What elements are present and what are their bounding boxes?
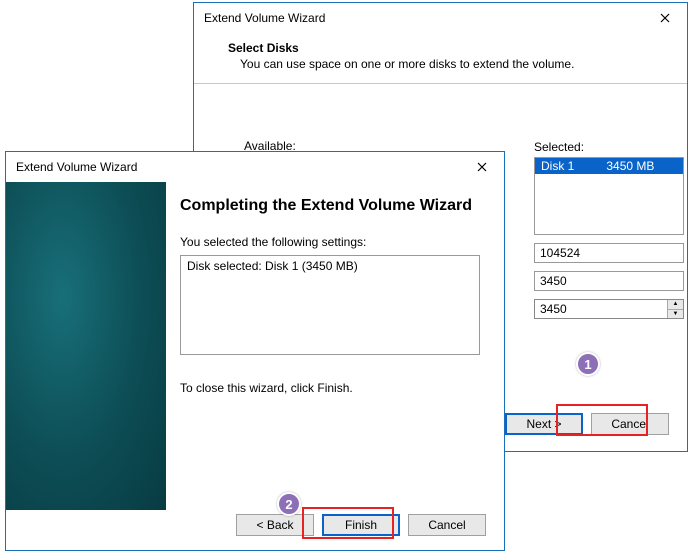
settings-intro: You selected the following settings: (180, 235, 480, 249)
cancel-button-front[interactable]: Cancel (408, 514, 486, 536)
amount-input[interactable] (534, 299, 684, 319)
close-icon (477, 162, 487, 172)
cancel-button-back[interactable]: Cancel (591, 413, 669, 435)
settings-summary[interactable]: Disk selected: Disk 1 (3450 MB) (180, 255, 480, 355)
front-body: Completing the Extend Volume Wizard You … (6, 182, 504, 510)
selected-disk-row[interactable]: Disk 1 3450 MB (535, 158, 683, 174)
titlebar-back: Extend Volume Wizard (194, 3, 687, 33)
total-volume-field (534, 243, 684, 263)
window-title-front: Extend Volume Wizard (16, 160, 460, 174)
back-body: Select Disks You can use space on one or… (194, 33, 687, 157)
selected-disk-name: Disk 1 (541, 159, 603, 173)
front-dialog-buttons: < Back Finish Cancel (236, 514, 486, 536)
close-hint: To close this wizard, click Finish. (180, 381, 480, 395)
completing-dialog: Extend Volume Wizard Completing the Exte… (5, 151, 505, 551)
selected-disk-size: 3450 MB (606, 159, 654, 173)
close-button-back[interactable] (643, 4, 687, 32)
step-title: Select Disks (228, 41, 667, 55)
window-title-back: Extend Volume Wizard (204, 11, 643, 25)
step-description: You can use space on one or more disks t… (240, 57, 667, 71)
selected-label: Selected: (534, 140, 684, 154)
finish-button[interactable]: Finish (322, 514, 400, 536)
spinner-up[interactable]: ▲ (668, 300, 683, 310)
wizard-main: Completing the Extend Volume Wizard You … (166, 182, 504, 510)
back-content: Available: Selected: Disk 1 3450 MB ▲ ▼ (214, 84, 667, 139)
close-icon (660, 13, 670, 23)
annotation-badge-1: 1 (576, 352, 600, 376)
spinner-buttons: ▲ ▼ (667, 300, 683, 318)
back-button[interactable]: < Back (236, 514, 314, 536)
next-button[interactable]: Next > (505, 413, 583, 435)
selected-disks-list[interactable]: Disk 1 3450 MB (534, 157, 684, 235)
summary-line: Disk selected: Disk 1 (3450 MB) (187, 259, 473, 273)
max-space-field (534, 271, 684, 291)
annotation-badge-2: 2 (277, 492, 301, 516)
close-button-front[interactable] (460, 153, 504, 181)
spinner-down[interactable]: ▼ (668, 310, 683, 319)
wizard-sidebar-image (6, 182, 166, 510)
selected-column: Selected: Disk 1 3450 MB ▲ ▼ (534, 140, 684, 319)
amount-spinner[interactable]: ▲ ▼ (534, 299, 684, 319)
wizard-heading: Completing the Extend Volume Wizard (180, 196, 480, 217)
titlebar-front: Extend Volume Wizard (6, 152, 504, 182)
